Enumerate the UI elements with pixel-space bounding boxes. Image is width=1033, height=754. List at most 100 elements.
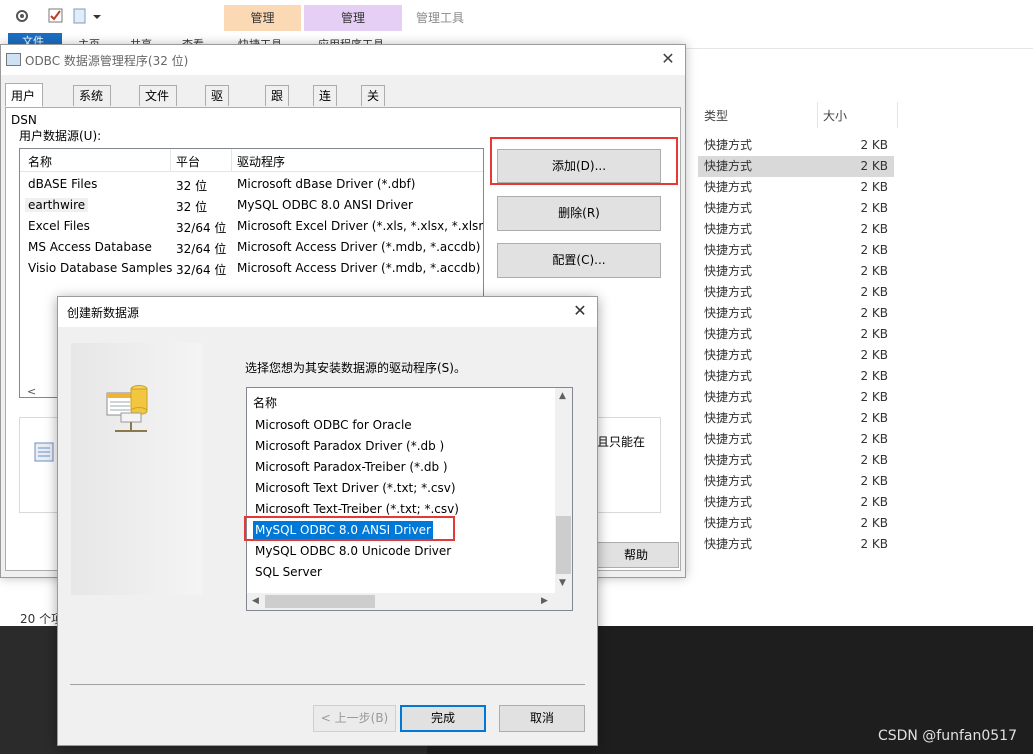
driver-list[interactable]: 名称 Microsoft ODBC for Oracle Microsoft Pa… [246, 387, 573, 611]
file-row[interactable]: 快捷方式 2 KB [698, 534, 894, 555]
tab-file-dsn[interactable]: 文件 DSN [139, 85, 177, 124]
database-icon [106, 385, 148, 432]
scroll-thumb[interactable] [265, 595, 375, 608]
scroll-up-arrow[interactable]: ▲ [559, 391, 566, 401]
file-row[interactable]: 快捷方式 2 KB [698, 471, 894, 492]
remove-button[interactable]: 删除(R) [497, 196, 661, 231]
odbc-title-bar: ODBC 数据源管理程序(32 位) ✕ [1, 45, 685, 75]
file-row[interactable]: 快捷方式 2 KB [698, 450, 894, 471]
driver-list-item[interactable]: MySQL ODBC 8.0 Unicode Driver [253, 542, 453, 561]
column-header-size[interactable]: 大小 [823, 104, 847, 128]
dsn-name: earthwire [25, 198, 89, 212]
dsn-row[interactable]: MS Access Database 32/64 位 Microsoft Acces… [20, 237, 483, 258]
file-row[interactable]: 快捷方式 2 KB [698, 198, 894, 219]
vertical-scrollbar[interactable]: ▲ ▼ [555, 388, 572, 593]
driver-list-item[interactable]: Microsoft Text Driver (*.txt; *.csv) [253, 479, 458, 498]
file-size: 2 KB [860, 411, 888, 425]
dialog-title: 创建新数据源 [67, 306, 140, 320]
file-size: 2 KB [860, 243, 888, 257]
tab-drivers[interactable]: 驱动程序 [205, 85, 230, 166]
file-size: 2 KB [860, 138, 888, 152]
file-type: 快捷方式 [704, 243, 753, 257]
context-tab-manage-1[interactable]: 管理 [224, 5, 301, 31]
help-button[interactable]: 帮助 [593, 542, 679, 568]
back-button[interactable]: < 上一步(B) [313, 705, 396, 732]
dsn-name: Visio Database Samples [28, 261, 173, 275]
dsn-row[interactable]: Visio Database Samples 32/64 位 Microsoft A… [20, 258, 483, 279]
file-row[interactable]: 快捷方式 2 KB [698, 366, 894, 387]
scroll-right-arrow[interactable]: ▶ [541, 596, 548, 606]
file-row[interactable]: 快捷方式 2 KB [698, 513, 894, 534]
file-type: 快捷方式 [704, 180, 753, 194]
checkbox-icon[interactable] [48, 8, 64, 24]
dsn-driver: Microsoft Access Driver (*.mdb, *.accdb) [237, 240, 481, 254]
tab-user-dsn[interactable]: 用户 DSN [5, 83, 43, 127]
driver-list-item[interactable]: SQL Server [253, 563, 324, 582]
tab-connection-pooling[interactable]: 连接池 [313, 85, 338, 145]
file-type: 快捷方式 [704, 159, 753, 173]
file-row[interactable]: 快捷方式 2 KB [698, 240, 894, 261]
column-divider[interactable] [897, 102, 898, 128]
driver-list-item[interactable]: Microsoft Paradox Driver (*.db ) [253, 437, 446, 456]
file-row[interactable]: 快捷方式 2 KB [698, 429, 894, 450]
file-row[interactable]: 快捷方式 2 KB [698, 324, 894, 345]
column-header-driver[interactable]: 驱动程序 [237, 153, 285, 170]
divider [70, 684, 585, 685]
column-divider[interactable] [231, 149, 232, 171]
configure-button[interactable]: 配置(C)... [497, 243, 661, 278]
column-header-platform[interactable]: 平台 [176, 153, 200, 170]
file-type: 快捷方式 [704, 264, 753, 278]
info-text: 且只能在 [597, 435, 646, 449]
close-icon[interactable]: ✕ [659, 49, 677, 68]
tab-system-dsn[interactable]: 系统 DSN [73, 85, 111, 124]
scroll-left-arrow[interactable]: < [27, 385, 36, 398]
column-divider[interactable] [817, 102, 818, 128]
file-row[interactable]: 快捷方式 2 KB [698, 282, 894, 303]
file-type: 快捷方式 [704, 390, 753, 404]
file-row[interactable]: 快捷方式 2 KB [698, 135, 894, 156]
scroll-left-arrow[interactable]: ◀ [252, 596, 259, 606]
file-row[interactable]: 快捷方式 2 KB [698, 303, 894, 324]
column-header-type[interactable]: 类型 [704, 104, 728, 128]
driver-list-item[interactable]: Microsoft ODBC for Oracle [253, 416, 414, 435]
dialog-title-bar: 创建新数据源 ✕ [58, 297, 597, 327]
close-icon[interactable]: ✕ [571, 301, 589, 320]
finish-button[interactable]: 完成 [400, 705, 486, 732]
file-size: 2 KB [860, 348, 888, 362]
new-folder-icon[interactable] [72, 8, 88, 24]
add-button[interactable]: 添加(D)... [497, 149, 661, 183]
file-type: 快捷方式 [704, 201, 753, 215]
column-header-name[interactable]: 名称 [253, 394, 277, 411]
chevron-down-icon[interactable] [92, 8, 108, 24]
context-tab-manage-2[interactable]: 管理 [304, 5, 402, 31]
file-row[interactable]: 快捷方式 2 KB [698, 219, 894, 240]
file-size: 2 KB [860, 306, 888, 320]
dsn-row[interactable]: dBASE Files 32 位 Microsoft dBase Driver (*… [20, 174, 483, 195]
file-type: 快捷方式 [704, 474, 753, 488]
column-divider[interactable] [170, 149, 171, 171]
horizontal-scrollbar[interactable]: ◀ ▶ [247, 593, 572, 610]
scroll-down-arrow[interactable]: ▼ [559, 578, 566, 588]
cancel-button[interactable]: 取消 [499, 705, 585, 732]
column-header-name[interactable]: 名称 [28, 153, 52, 170]
tab-about[interactable]: 关于 [361, 85, 386, 124]
tab-tracing[interactable]: 跟踪 [265, 85, 290, 124]
scroll-thumb[interactable] [556, 516, 571, 574]
file-type: 快捷方式 [704, 138, 753, 152]
driver-list-item[interactable]: Microsoft Paradox-Treiber (*.db ) [253, 458, 450, 477]
file-row[interactable]: 快捷方式 2 KB [698, 408, 894, 429]
file-row[interactable]: 快捷方式 2 KB [698, 387, 894, 408]
dsn-row[interactable]: Excel Files 32/64 位 Microsoft Excel Driver… [20, 216, 483, 237]
dsn-row[interactable]: earthwire 32 位 MySQL ODBC 8.0 ANSI Driver [20, 195, 483, 216]
properties-icon[interactable] [14, 8, 30, 24]
dsn-platform: 32 位 [176, 179, 208, 193]
dsn-info-icon [33, 437, 57, 468]
file-row[interactable]: 快捷方式 2 KB [698, 156, 894, 177]
file-row[interactable]: 快捷方式 2 KB [698, 177, 894, 198]
file-row[interactable]: 快捷方式 2 KB [698, 345, 894, 366]
file-type: 快捷方式 [704, 306, 753, 320]
file-row[interactable]: 快捷方式 2 KB [698, 261, 894, 282]
file-type: 快捷方式 [704, 537, 753, 551]
dsn-name: MS Access Database [28, 240, 152, 254]
file-row[interactable]: 快捷方式 2 KB [698, 492, 894, 513]
